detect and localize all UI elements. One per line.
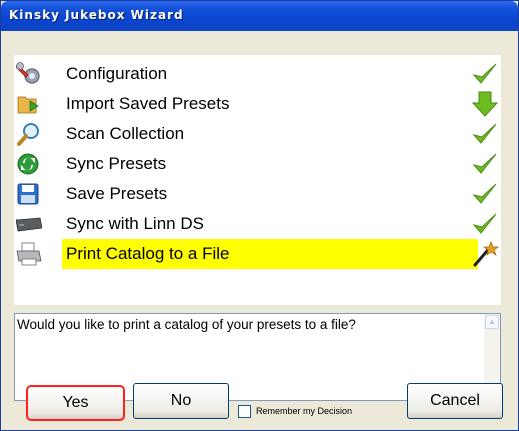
sync-icon [16,152,42,176]
step-label: Sync Presets [66,154,167,173]
down-arrow-icon [471,91,499,117]
scroll-up-icon[interactable]: ▲ [485,315,499,329]
message-text: Would you like to print a catalog of you… [17,317,356,332]
step-sync-presets[interactable]: Sync Presets [14,149,501,179]
step-label: Import Saved Presets [66,94,230,113]
checkmark-icon [471,181,499,207]
step-sync-with-linn-ds[interactable]: Sync with Linn DS [14,209,501,239]
window-title: Kinsky Jukebox Wizard [9,8,184,22]
step-configuration[interactable]: Configuration [14,59,501,89]
steps-list: Configuration Import Saved Presets Scan … [14,55,501,305]
printer-icon [16,242,42,266]
wrench-gear-icon [15,62,42,86]
step-label: Scan Collection [66,124,185,143]
remember-decision-label: Remember my Decision [256,406,353,416]
title-bar[interactable]: Kinsky Jukebox Wizard [1,1,518,31]
checkmark-icon [471,61,499,87]
yes-button[interactable]: Yes [26,385,125,421]
cancel-button[interactable]: Cancel [407,383,503,419]
checkmark-icon [471,121,499,147]
step-import-saved-presets[interactable]: Import Saved Presets [14,89,501,119]
folder-import-icon [16,92,42,116]
linn-ds-device-icon [15,212,43,236]
step-label: Save Presets [66,184,168,203]
wizard-window: Kinsky Jukebox Wizard Configuration Impo… [0,0,519,431]
step-scan-collection[interactable]: Scan Collection [14,119,501,149]
checkbox-box[interactable] [238,405,251,418]
step-print-catalog[interactable]: Print Catalog to a File [14,239,501,269]
step-label: Configuration [66,64,168,83]
step-label: Print Catalog to a File [62,239,478,269]
no-button[interactable]: No [133,383,229,419]
floppy-disk-icon [16,182,42,206]
wizard-body: Configuration Import Saved Presets Scan … [6,33,513,425]
step-save-presets[interactable]: Save Presets [14,179,501,209]
checkmark-icon [471,211,499,237]
magnifier-icon [16,122,42,146]
checkmark-icon [471,151,499,177]
magic-wand-icon [471,241,500,267]
step-label: Sync with Linn DS [66,214,204,233]
